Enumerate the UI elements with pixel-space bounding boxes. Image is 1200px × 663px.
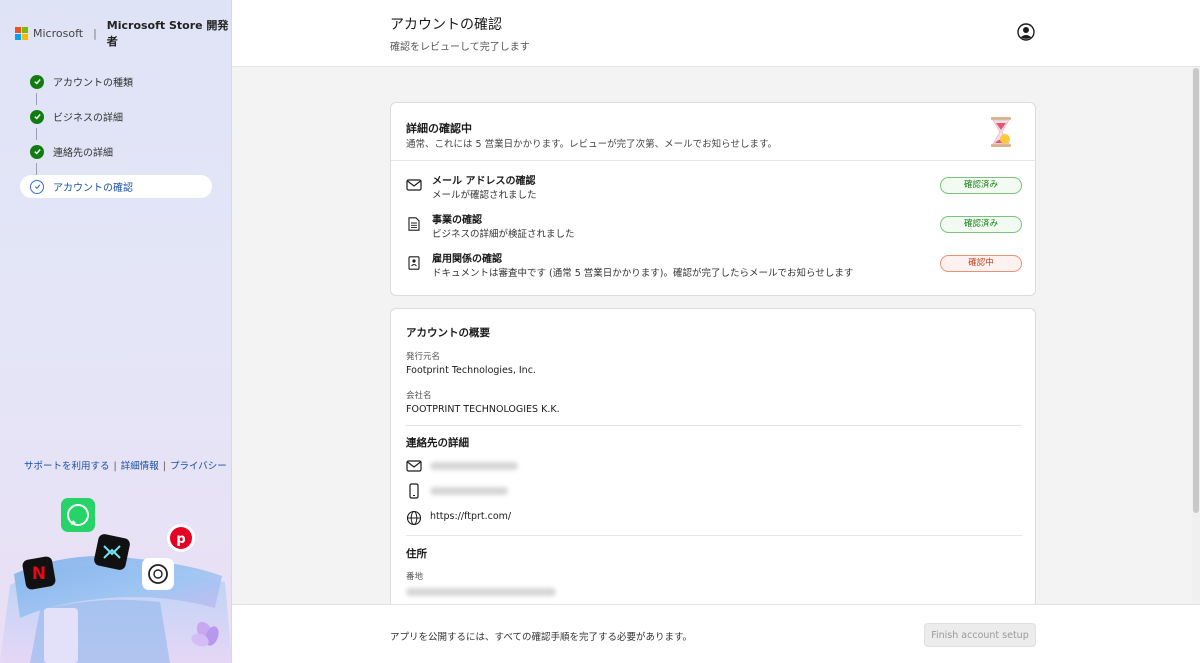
verification-item-email: メール アドレスの確認 メールが確認されました 確認済み xyxy=(406,171,1022,203)
step-account-type[interactable]: アカウントの種類 xyxy=(20,70,212,105)
verification-item-desc: メールが確認されました xyxy=(432,190,537,201)
contact-phone-row xyxy=(406,482,806,500)
apps-illustration: p N xyxy=(0,498,231,663)
profile-icon[interactable] xyxy=(1017,23,1035,41)
street-label: 番地 xyxy=(406,572,424,582)
whatsapp-icon xyxy=(61,498,95,532)
link-separator: | xyxy=(113,461,117,472)
website-value: https://ftprt.com/ xyxy=(430,511,512,522)
step-label: ビジネスの詳細 xyxy=(53,113,123,124)
summary-title: アカウントの概要 xyxy=(406,327,490,339)
step-contact-details[interactable]: 連絡先の詳細 xyxy=(20,140,212,175)
globe-icon xyxy=(406,510,422,526)
verification-item-title: 事業の確認 xyxy=(432,215,482,226)
footer-note: アプリを公開するには、すべての確認手順を完了する必要があります。 xyxy=(390,632,693,643)
finish-account-setup-button[interactable]: Finish account setup xyxy=(924,623,1036,647)
publisher-value: Footprint Technologies, Inc. xyxy=(406,365,536,376)
divider xyxy=(406,425,1022,426)
document-icon xyxy=(408,217,420,231)
verification-item-desc: ビジネスの詳細が検証されました xyxy=(432,229,575,240)
support-link[interactable]: サポートを利用する xyxy=(24,461,110,472)
step-account-verification[interactable]: アカウントの確認 xyxy=(20,175,212,198)
brand-separator: | xyxy=(93,26,97,40)
page-header: アカウントの確認 確認をレビューして完了します xyxy=(232,0,1200,67)
scrollbar[interactable] xyxy=(1192,68,1200,604)
footer-bar: アプリを公開するには、すべての確認手順を完了する必要があります。 Finish … xyxy=(232,604,1200,663)
privacy-link[interactable]: プライバシー xyxy=(170,461,227,472)
step-list: アカウントの種類 ビジネスの詳細 連絡先の詳細 アカウントの確認 xyxy=(20,70,212,210)
check-circle-icon xyxy=(30,109,44,124)
company-value: FOOTPRINT TECHNOLOGIES K.K. xyxy=(406,404,560,415)
step-label: アカウントの確認 xyxy=(53,183,133,194)
hourglass-icon xyxy=(991,117,1011,147)
redacted-email xyxy=(430,462,518,470)
step-business-details[interactable]: ビジネスの詳細 xyxy=(20,105,212,140)
contact-website-row: https://ftprt.com/ xyxy=(406,509,806,527)
phone-icon xyxy=(409,483,419,499)
address-title: 住所 xyxy=(406,548,427,560)
status-badge: 確認中 xyxy=(940,255,1022,272)
check-circle-outline-icon xyxy=(30,179,44,194)
verification-item-business: 事業の確認 ビジネスの詳細が検証されました 確認済み xyxy=(406,210,1022,242)
verification-item-employment: 雇用関係の確認 ドキュメントは審査中です (通常 5 営業日かかります)。確認が… xyxy=(406,249,1022,281)
capcut-icon xyxy=(94,534,130,570)
verification-item-desc: ドキュメントは審査中です (通常 5 営業日かかります)。確認が完了したらメール… xyxy=(432,268,854,279)
microsoft-logo-icon xyxy=(15,26,28,40)
pinterest-icon: p xyxy=(167,524,195,552)
scrollbar-thumb[interactable] xyxy=(1193,68,1199,513)
sidebar: Microsoft | Microsoft Store 開発者 アカウントの種類… xyxy=(0,0,232,663)
verification-title: 詳細の確認中 xyxy=(406,122,472,135)
verification-item-title: 雇用関係の確認 xyxy=(432,254,502,265)
step-label: アカウントの種類 xyxy=(53,78,133,89)
verification-description: 通常、これには 5 営業日かかります。レビューが完了次第、メールでお知らせします… xyxy=(406,139,777,150)
main-area: アカウントの確認 確認をレビューして完了します 詳細の確認中 通常、これには 5… xyxy=(232,0,1200,663)
company-label: 会社名 xyxy=(406,391,432,401)
verification-card: 詳細の確認中 通常、これには 5 営業日かかります。レビューが完了次第、メールで… xyxy=(390,102,1036,296)
chatgpt-icon xyxy=(142,558,174,590)
brand-store-developer: Microsoft Store 開発者 xyxy=(106,19,229,48)
svg-text:N: N xyxy=(32,564,46,584)
details-link[interactable]: 詳細情報 xyxy=(121,461,159,472)
redacted-street xyxy=(406,588,556,596)
check-circle-icon xyxy=(30,74,44,89)
check-circle-icon xyxy=(30,144,44,159)
netflix-icon: N xyxy=(22,556,56,590)
svg-text:p: p xyxy=(176,532,185,547)
step-label: 連絡先の詳細 xyxy=(53,148,113,159)
mail-icon xyxy=(406,460,422,472)
step-connector xyxy=(36,163,37,175)
contact-email-row xyxy=(406,457,806,475)
page-subtitle: 確認をレビューして完了します xyxy=(390,42,530,53)
mail-icon xyxy=(406,179,422,191)
step-connector xyxy=(36,128,37,140)
account-summary-card: アカウントの概要 発行元名 Footprint Technologies, In… xyxy=(390,308,1036,604)
status-badge: 確認済み xyxy=(940,177,1022,194)
verification-item-title: メール アドレスの確認 xyxy=(432,176,536,187)
content-scroll-area[interactable]: 詳細の確認中 通常、これには 5 営業日かかります。レビューが完了次第、メールで… xyxy=(232,68,1200,604)
support-links: サポートを利用する | 詳細情報 | プライバシー xyxy=(24,458,227,472)
status-badge: 確認済み xyxy=(940,216,1022,233)
badge-document-icon xyxy=(408,256,420,270)
contact-details-title: 連絡先の詳細 xyxy=(406,437,469,449)
publisher-label: 発行元名 xyxy=(406,352,441,362)
brand-microsoft: Microsoft xyxy=(33,26,84,40)
link-separator: | xyxy=(162,461,166,472)
page-title: アカウントの確認 xyxy=(390,17,502,33)
step-connector xyxy=(36,93,37,105)
brand-header: Microsoft | Microsoft Store 開発者 xyxy=(15,19,231,48)
divider xyxy=(406,535,1022,536)
redacted-phone xyxy=(430,487,508,495)
verification-card-header: 詳細の確認中 通常、これには 5 営業日かかります。レビューが完了次第、メールで… xyxy=(391,103,1035,161)
street-value-row xyxy=(382,583,782,601)
